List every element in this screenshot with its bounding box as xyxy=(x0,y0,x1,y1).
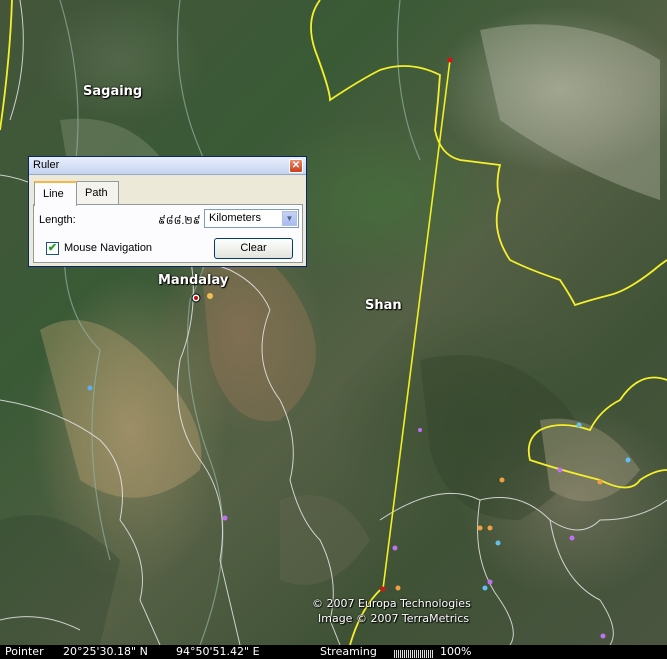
copyright-europa: © 2007 Europa Technologies xyxy=(312,597,471,610)
mouse-navigation-label[interactable]: Mouse Navigation xyxy=(64,242,152,254)
tab-path-label: Path xyxy=(85,187,108,199)
ruler-end-point xyxy=(380,586,386,592)
streaming-meter-bar xyxy=(398,650,399,658)
streaming-meter-bar xyxy=(410,650,411,658)
pointer-longitude: 94°50'51.42" E xyxy=(176,645,260,658)
streaming-meter-bar xyxy=(420,650,421,658)
ruler-line-panel: Length: ៩៨៨.២៩ Kilometers ▼ ✔ Mouse Navi… xyxy=(33,204,303,263)
status-bar: Pointer 20°25'30.18" N 94°50'51.42" E St… xyxy=(0,645,667,659)
streaming-meter-bar xyxy=(400,650,401,658)
ruler-titlebar[interactable]: Ruler ✕ xyxy=(29,157,306,175)
streaming-label: Streaming xyxy=(320,645,377,658)
streaming-meter-bar xyxy=(408,650,409,658)
ruler-dialog: Ruler ✕ Line Path Length: ៩៨៨.២៩ Kilomet… xyxy=(28,156,307,267)
pointer-label: Pointer xyxy=(5,645,44,658)
tab-line[interactable]: Line xyxy=(34,181,77,206)
length-label: Length: xyxy=(39,214,76,226)
streaming-meter-bar xyxy=(422,650,423,658)
label-mandalay: Mandalay xyxy=(158,273,229,288)
streaming-meter-bar xyxy=(432,650,433,658)
tab-line-label: Line xyxy=(43,188,64,200)
tab-path[interactable]: Path xyxy=(76,181,119,205)
streaming-meter-bar xyxy=(402,650,403,658)
mouse-navigation-checkbox[interactable]: ✔ xyxy=(46,242,59,255)
clear-button[interactable]: Clear xyxy=(214,238,293,259)
streaming-meter-bar xyxy=(426,650,427,658)
copyright-terrametrics: Image © 2007 TerraMetrics xyxy=(318,612,470,625)
streaming-meter-bar xyxy=(396,650,397,658)
streaming-meter-bar xyxy=(414,650,415,658)
streaming-meter-bar xyxy=(424,650,425,658)
chevron-down-icon[interactable]: ▼ xyxy=(282,211,297,226)
streaming-meter-bar xyxy=(418,650,419,658)
ruler-title: Ruler xyxy=(33,159,60,171)
streaming-meter-bar xyxy=(406,650,407,658)
close-icon[interactable]: ✕ xyxy=(289,159,303,173)
length-value: ៩៨៨.២៩ xyxy=(158,215,201,227)
ruler-measure-line[interactable] xyxy=(380,57,453,592)
unit-select[interactable]: Kilometers ▼ xyxy=(204,209,299,228)
streaming-meter-bar xyxy=(416,650,417,658)
satellite-map-view[interactable]: Sagaing Mandalay Shan © 2007 Europa Tech… xyxy=(0,0,667,645)
streaming-meter-bar xyxy=(430,650,431,658)
label-sagaing: Sagaing xyxy=(83,84,143,99)
streaming-meter-bar xyxy=(394,650,395,658)
pointer-latitude: 20°25'30.18" N xyxy=(63,645,148,658)
unit-select-value: Kilometers xyxy=(209,212,261,224)
terrain-texture xyxy=(0,24,660,645)
ruler-start-point xyxy=(447,57,453,63)
label-shan: Shan xyxy=(365,298,402,313)
streaming-meter-bar xyxy=(404,650,405,658)
streaming-meter-bar xyxy=(428,650,429,658)
streaming-meter xyxy=(394,648,434,658)
streaming-percent: 100% xyxy=(440,645,472,658)
streaming-meter-bar xyxy=(412,650,413,658)
